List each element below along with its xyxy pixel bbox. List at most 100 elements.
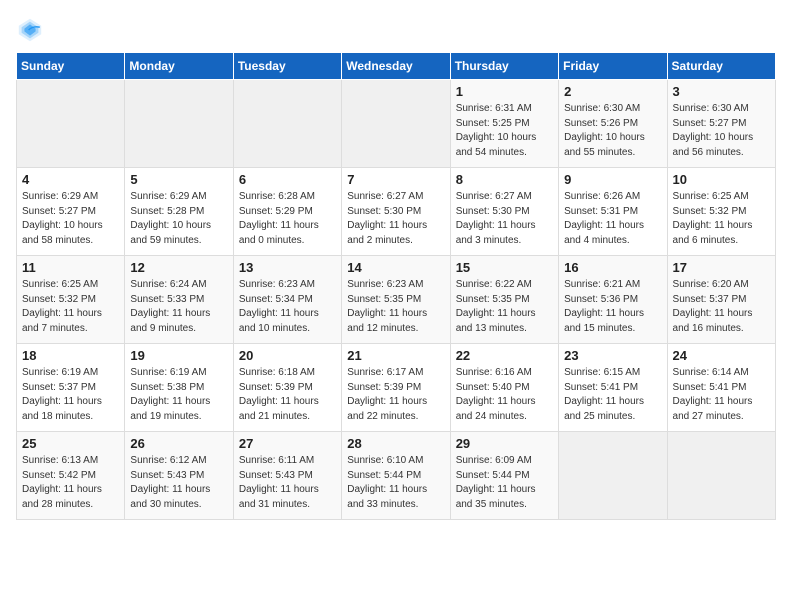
day-cell: 3 Sunrise: 6:30 AM Sunset: 5:27 PM Daylig… <box>667 80 775 168</box>
day-cell: 13Sunrise: 6:23 AM Sunset: 5:34 PM Dayli… <box>233 256 341 344</box>
day-cell <box>559 432 667 520</box>
day-number: 28 <box>347 436 444 451</box>
day-cell: 27 Sunrise: 6:11 AM Sunset: 5:43 PM Dayli… <box>233 432 341 520</box>
day-number: 12 <box>130 260 227 275</box>
day-cell <box>17 80 125 168</box>
day-info: Sunrise: 6:21 AM Sunset: 5:36 PM Dayligh… <box>564 278 661 336</box>
day-number: 26 <box>130 436 227 451</box>
day-cell: 19 Sunrise: 6:19 AM Sunset: 5:38 PM Dayli… <box>125 344 233 432</box>
week-row-4: 18 Sunrise: 6:19 AM Sunset: 5:37 PM Dayli… <box>17 344 776 432</box>
header-cell-tuesday: Tuesday <box>233 53 341 80</box>
day-info: Sunrise: 6:12 AM Sunset: 5:43 PM Dayligh… <box>130 454 227 512</box>
day-number: 1 <box>456 84 553 99</box>
day-number: 24 <box>673 348 770 363</box>
day-number: 11 <box>22 260 119 275</box>
header-row: SundayMondayTuesdayWednesdayThursdayFrid… <box>17 53 776 80</box>
day-number: 27 <box>239 436 336 451</box>
day-info: Sunrise: 6:26 AM Sunset: 5:31 PM Dayligh… <box>564 190 661 248</box>
day-cell <box>125 80 233 168</box>
day-number: 17 <box>673 260 770 275</box>
week-row-2: 4Sunrise: 6:29 AM Sunset: 5:27 PM Daylig… <box>17 168 776 256</box>
day-number: 19 <box>130 348 227 363</box>
day-cell <box>667 432 775 520</box>
day-info: Sunrise: 6:24 AM Sunset: 5:33 PM Dayligh… <box>130 278 227 336</box>
day-number: 8 <box>456 172 553 187</box>
day-cell: 1 Sunrise: 6:31 AM Sunset: 5:25 PM Daylig… <box>450 80 558 168</box>
day-info: Sunrise: 6:27 AM Sunset: 5:30 PM Dayligh… <box>456 190 553 248</box>
day-info: Sunrise: 6:18 AM Sunset: 5:39 PM Dayligh… <box>239 366 336 424</box>
day-number: 18 <box>22 348 119 363</box>
day-cell: 24Sunrise: 6:14 AM Sunset: 5:41 PM Dayli… <box>667 344 775 432</box>
day-info: Sunrise: 6:11 AM Sunset: 5:43 PM Dayligh… <box>239 454 336 512</box>
day-number: 29 <box>456 436 553 451</box>
logo-icon <box>16 16 44 44</box>
day-number: 10 <box>673 172 770 187</box>
day-info: Sunrise: 6:28 AM Sunset: 5:29 PM Dayligh… <box>239 190 336 248</box>
day-number: 21 <box>347 348 444 363</box>
header-cell-sunday: Sunday <box>17 53 125 80</box>
day-info: Sunrise: 6:17 AM Sunset: 5:39 PM Dayligh… <box>347 366 444 424</box>
day-info: Sunrise: 6:30 AM Sunset: 5:27 PM Dayligh… <box>673 102 770 160</box>
day-cell: 7 Sunrise: 6:27 AM Sunset: 5:30 PM Daylig… <box>342 168 450 256</box>
day-info: Sunrise: 6:25 AM Sunset: 5:32 PM Dayligh… <box>22 278 119 336</box>
day-info: Sunrise: 6:23 AM Sunset: 5:34 PM Dayligh… <box>239 278 336 336</box>
day-info: Sunrise: 6:22 AM Sunset: 5:35 PM Dayligh… <box>456 278 553 336</box>
day-number: 15 <box>456 260 553 275</box>
day-cell: 23 Sunrise: 6:15 AM Sunset: 5:41 PM Dayli… <box>559 344 667 432</box>
day-number: 3 <box>673 84 770 99</box>
day-info: Sunrise: 6:23 AM Sunset: 5:35 PM Dayligh… <box>347 278 444 336</box>
day-cell: 5Sunrise: 6:29 AM Sunset: 5:28 PM Daylig… <box>125 168 233 256</box>
day-info: Sunrise: 6:15 AM Sunset: 5:41 PM Dayligh… <box>564 366 661 424</box>
calendar-header: SundayMondayTuesdayWednesdayThursdayFrid… <box>17 53 776 80</box>
day-cell <box>342 80 450 168</box>
week-row-1: 1 Sunrise: 6:31 AM Sunset: 5:25 PM Daylig… <box>17 80 776 168</box>
day-info: Sunrise: 6:25 AM Sunset: 5:32 PM Dayligh… <box>673 190 770 248</box>
day-cell: 16 Sunrise: 6:21 AM Sunset: 5:36 PM Dayli… <box>559 256 667 344</box>
day-info: Sunrise: 6:19 AM Sunset: 5:37 PM Dayligh… <box>22 366 119 424</box>
day-number: 7 <box>347 172 444 187</box>
day-number: 2 <box>564 84 661 99</box>
header-cell-wednesday: Wednesday <box>342 53 450 80</box>
day-cell <box>233 80 341 168</box>
calendar-table: SundayMondayTuesdayWednesdayThursdayFrid… <box>16 52 776 520</box>
day-info: Sunrise: 6:13 AM Sunset: 5:42 PM Dayligh… <box>22 454 119 512</box>
header-cell-thursday: Thursday <box>450 53 558 80</box>
logo <box>16 16 48 44</box>
day-cell: 6 Sunrise: 6:28 AM Sunset: 5:29 PM Daylig… <box>233 168 341 256</box>
day-cell: 18 Sunrise: 6:19 AM Sunset: 5:37 PM Dayli… <box>17 344 125 432</box>
day-info: Sunrise: 6:09 AM Sunset: 5:44 PM Dayligh… <box>456 454 553 512</box>
day-cell: 17Sunrise: 6:20 AM Sunset: 5:37 PM Dayli… <box>667 256 775 344</box>
day-number: 6 <box>239 172 336 187</box>
day-cell: 2 Sunrise: 6:30 AM Sunset: 5:26 PM Daylig… <box>559 80 667 168</box>
day-info: Sunrise: 6:10 AM Sunset: 5:44 PM Dayligh… <box>347 454 444 512</box>
calendar-body: 1 Sunrise: 6:31 AM Sunset: 5:25 PM Daylig… <box>17 80 776 520</box>
day-cell: 26 Sunrise: 6:12 AM Sunset: 5:43 PM Dayli… <box>125 432 233 520</box>
day-cell: 14 Sunrise: 6:23 AM Sunset: 5:35 PM Dayli… <box>342 256 450 344</box>
day-number: 16 <box>564 260 661 275</box>
day-info: Sunrise: 6:29 AM Sunset: 5:28 PM Dayligh… <box>130 190 227 248</box>
day-cell: 4Sunrise: 6:29 AM Sunset: 5:27 PM Daylig… <box>17 168 125 256</box>
day-cell: 12 Sunrise: 6:24 AM Sunset: 5:33 PM Dayli… <box>125 256 233 344</box>
day-info: Sunrise: 6:19 AM Sunset: 5:38 PM Dayligh… <box>130 366 227 424</box>
day-cell: 20 Sunrise: 6:18 AM Sunset: 5:39 PM Dayli… <box>233 344 341 432</box>
week-row-3: 11 Sunrise: 6:25 AM Sunset: 5:32 PM Dayli… <box>17 256 776 344</box>
day-info: Sunrise: 6:27 AM Sunset: 5:30 PM Dayligh… <box>347 190 444 248</box>
day-info: Sunrise: 6:30 AM Sunset: 5:26 PM Dayligh… <box>564 102 661 160</box>
day-info: Sunrise: 6:29 AM Sunset: 5:27 PM Dayligh… <box>22 190 119 248</box>
day-info: Sunrise: 6:31 AM Sunset: 5:25 PM Dayligh… <box>456 102 553 160</box>
day-number: 22 <box>456 348 553 363</box>
day-number: 20 <box>239 348 336 363</box>
day-cell: 8 Sunrise: 6:27 AM Sunset: 5:30 PM Daylig… <box>450 168 558 256</box>
day-number: 14 <box>347 260 444 275</box>
day-cell: 22 Sunrise: 6:16 AM Sunset: 5:40 PM Dayli… <box>450 344 558 432</box>
header-cell-monday: Monday <box>125 53 233 80</box>
week-row-5: 25Sunrise: 6:13 AM Sunset: 5:42 PM Dayli… <box>17 432 776 520</box>
day-number: 23 <box>564 348 661 363</box>
day-cell: 29 Sunrise: 6:09 AM Sunset: 5:44 PM Dayli… <box>450 432 558 520</box>
day-number: 9 <box>564 172 661 187</box>
day-cell: 11 Sunrise: 6:25 AM Sunset: 5:32 PM Dayli… <box>17 256 125 344</box>
day-info: Sunrise: 6:16 AM Sunset: 5:40 PM Dayligh… <box>456 366 553 424</box>
day-cell: 28 Sunrise: 6:10 AM Sunset: 5:44 PM Dayli… <box>342 432 450 520</box>
day-cell: 15 Sunrise: 6:22 AM Sunset: 5:35 PM Dayli… <box>450 256 558 344</box>
header-cell-saturday: Saturday <box>667 53 775 80</box>
